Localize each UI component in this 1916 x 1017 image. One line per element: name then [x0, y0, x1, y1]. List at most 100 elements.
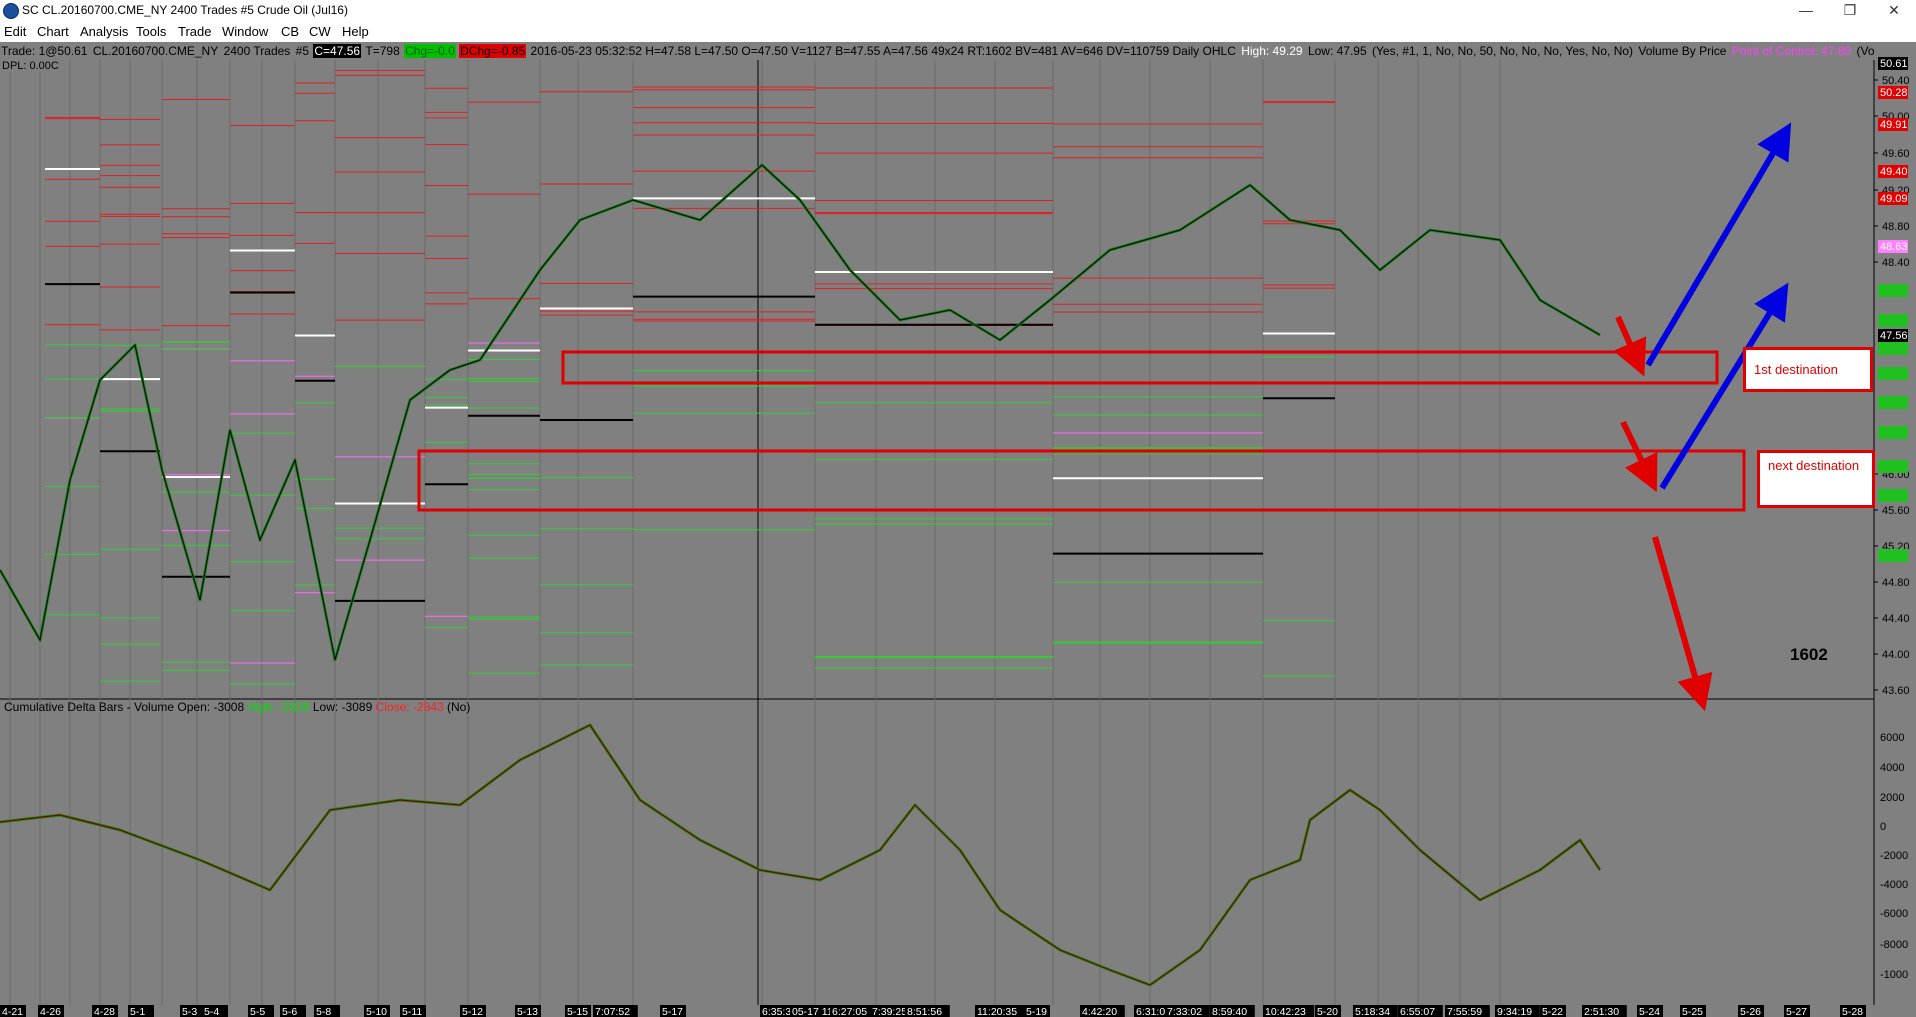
time-axis-label: 9:34:19: [1497, 1006, 1532, 1017]
change-value: Chg=-0.0: [404, 44, 456, 58]
time-axis-label: 5-4: [204, 1006, 219, 1017]
time-axis-label: 5-28: [1842, 1006, 1863, 1017]
time-axis-label: 4:42:20: [1082, 1006, 1117, 1017]
time-axis-label: 2:51:30: [1584, 1006, 1619, 1017]
time-axis-label: 5-25: [1682, 1006, 1703, 1017]
price-axis-label: 44.80: [1882, 577, 1910, 589]
delta-axis-label: -4000: [1880, 879, 1908, 891]
price-axis-label: 50.40: [1882, 75, 1910, 87]
vbp-label: Volume By Price: [1638, 44, 1727, 58]
delta-axis-label: -6000: [1880, 908, 1908, 920]
volume-profile-levels: [45, 70, 1335, 685]
price-flag-label: 47.56: [1880, 330, 1908, 342]
first-destination-label[interactable]: 1st destination: [1743, 347, 1873, 392]
next-destination-zone: [417, 449, 1746, 512]
time-axis-label: 4-26: [40, 1006, 61, 1017]
time-axis-label: 6:35:3: [762, 1006, 791, 1017]
time-axis-label: 5-1: [130, 1006, 145, 1017]
price-flag-label: 49.40: [1880, 166, 1908, 178]
green-level-flag: [1878, 396, 1908, 409]
daily-low: Low: 47.95: [1307, 44, 1367, 58]
price-axis-label: 49.60: [1882, 148, 1910, 160]
moving-average-line: [0, 164, 1601, 661]
daily-high: High: 49.29: [1241, 44, 1303, 58]
red-arrow-down-2: [1620, 420, 1658, 493]
time-axis-label: 8:51:56: [907, 1006, 942, 1017]
study-params: (Yes, #1, 1, No, No, 50, No, No, No, Yes…: [1372, 44, 1634, 58]
subgraph-high: High: -2838: [247, 700, 310, 714]
time-axis-label: 7:55:59: [1447, 1006, 1482, 1017]
time-axis-label: 6:55:07: [1400, 1006, 1435, 1017]
time-axis-label: 5-10: [366, 1006, 387, 1017]
price-axis-label: 44.00: [1882, 649, 1910, 661]
price-axis-label: 45.60: [1882, 505, 1910, 517]
time-axis-label: 5-26: [1740, 1006, 1761, 1017]
time-axis-label: 5-13: [517, 1006, 538, 1017]
green-level-flag: [1878, 367, 1908, 380]
price-chart-canvas[interactable]: 50.4050.0049.6049.2048.8048.4046.0045.60…: [0, 0, 1916, 1017]
subgraph-header: Cumulative Delta Bars - Volume Open: -30…: [4, 700, 470, 714]
green-level-flag: [1878, 342, 1908, 355]
bar-period: 2400 Trades: [223, 44, 291, 58]
time-axis-label: 5-17: [662, 1006, 683, 1017]
time-axis-label: 7:39:25: [872, 1006, 907, 1017]
price-axis-label: 48.40: [1882, 257, 1910, 269]
time-axis-label: 5-15: [567, 1006, 588, 1017]
time-axis-label: 5-11: [402, 1006, 422, 1017]
delta-axis-label: 0: [1880, 821, 1886, 833]
time-axis-label: 7:33:02: [1167, 1006, 1202, 1017]
green-level-flag: [1878, 284, 1908, 297]
delta-path-bars: [0, 723, 1602, 987]
subgraph-close: Close: -2843: [375, 700, 444, 714]
time-axis-label: 10:42:23: [1265, 1006, 1306, 1017]
price-flag-label: 48.63: [1880, 241, 1908, 253]
price-flag-label: 50.28: [1880, 87, 1908, 99]
rt-annotation: 1602: [1790, 645, 1828, 664]
chart-info-bar: Trade: 1@50.61 CL.20160700.CME_NY 2400 T…: [0, 42, 1875, 60]
last-trade: Trade: 1@50.61: [1, 44, 88, 58]
price-axis-label: 44.40: [1882, 613, 1910, 625]
volume-profiles-label: (Volume Profiles, 0,: [1856, 44, 1875, 58]
time-axis-label: 5-3: [182, 1006, 197, 1017]
price-axis-label: 48.80: [1882, 221, 1910, 233]
delta-axis-label: 2000: [1880, 792, 1904, 804]
red-arrow-down-3: [1652, 536, 1713, 712]
symbol: CL.20160700.CME_NY: [92, 44, 219, 58]
time-axis-label: 8:59:40: [1212, 1006, 1247, 1017]
time-axis-label: 5-5: [250, 1006, 265, 1017]
subgraph-flag: (No): [446, 700, 471, 714]
price-flag-label: 49.91: [1880, 119, 1908, 131]
subgraph-open: Open: -3008: [177, 700, 245, 714]
time-axis-label: 5:18:34: [1355, 1006, 1390, 1017]
price-flag-label: 50.61: [1880, 58, 1908, 70]
time-axis-label: 5-6: [282, 1006, 297, 1017]
first-destination-zone: [561, 350, 1719, 385]
delta-axis-label: -1000: [1880, 969, 1908, 981]
time-axis-label: 5-22: [1542, 1006, 1563, 1017]
dpl-readout: DPL: 0.00C: [2, 60, 59, 72]
time-axis-label: 5-19: [1026, 1006, 1047, 1017]
time-axis-label: 4-28: [94, 1006, 115, 1017]
subgraph-low: Low: -3089: [312, 700, 373, 714]
time-axis-label: 5-20: [1317, 1006, 1338, 1017]
red-arrow-down-1: [1613, 315, 1647, 377]
green-level-flag: [1878, 460, 1908, 473]
chart-number: #5: [295, 44, 309, 58]
price-path-bars: [0, 163, 1601, 662]
ohlc-readout: 2016-05-23 05:32:52 H=47.58 L=47.50 O=47…: [530, 44, 1236, 58]
time-axis-label: 5-8: [316, 1006, 331, 1017]
time-axis-label: 6:27:05: [832, 1006, 867, 1017]
trades-count: T=798: [365, 44, 400, 58]
green-level-flag: [1878, 489, 1908, 502]
next-destination-label[interactable]: next destination: [1757, 450, 1875, 508]
time-axis-label: 7:07:52: [595, 1006, 630, 1017]
cumulative-delta-bars: [0, 723, 1602, 987]
green-level-flag: [1878, 314, 1908, 327]
time-axis-label: 4-21: [2, 1006, 23, 1017]
green-level-flag: [1878, 426, 1908, 439]
green-level-flag: [1878, 549, 1908, 562]
time-axis-label: 5-27: [1786, 1006, 1807, 1017]
time-axis-label: 5-12: [462, 1006, 483, 1017]
price-axis-label: 43.60: [1882, 685, 1910, 697]
close-value: C=47.56: [313, 44, 362, 58]
